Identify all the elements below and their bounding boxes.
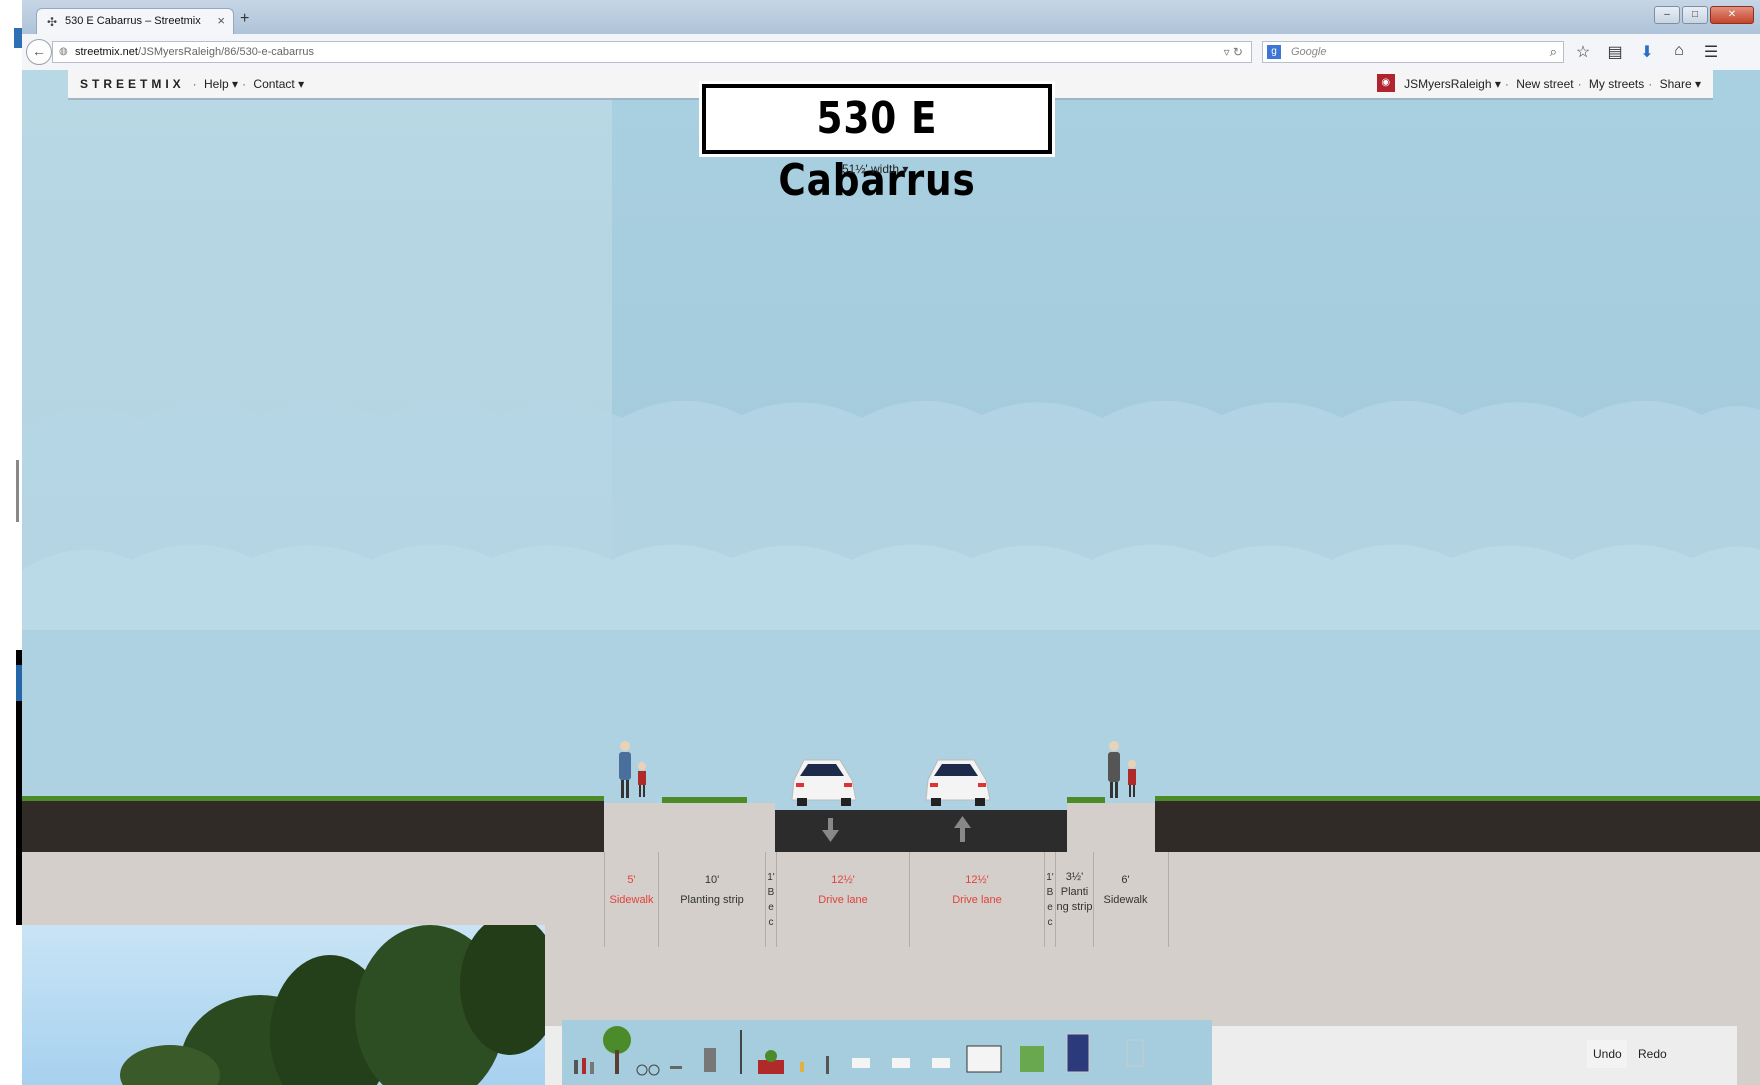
download-icon[interactable]: ⬇: [1636, 42, 1658, 62]
segment-name: Planting strip: [680, 894, 744, 906]
menu-icon[interactable]: ☰: [1700, 42, 1722, 62]
segment-palette: [562, 1020, 1212, 1085]
overlapping-photo-window: [22, 925, 545, 1085]
palette-bus-icon: [966, 1045, 1002, 1073]
palette-items: [574, 1026, 1144, 1076]
title-bar: ✣ 530 E Cabarrus – Streetmix × + – □ ✕: [22, 0, 1760, 34]
undo-button[interactable]: Undo: [1587, 1040, 1627, 1068]
globe-icon: ◍: [59, 46, 68, 57]
bookmark-star-icon[interactable]: ☆: [1572, 42, 1594, 62]
segment-name: B e c: [767, 887, 775, 928]
window-controls: – □ ✕: [1654, 6, 1754, 24]
pedestrian-icon: [1108, 741, 1136, 798]
palette-pedestrians-icon: [574, 1058, 594, 1074]
palette-streetcar-icon: [1066, 1033, 1090, 1073]
taskbar-item[interactable]: [14, 28, 22, 48]
segment-buffer[interactable]: 1' B e c: [765, 852, 776, 947]
palette-kiosk-icon: [704, 1048, 716, 1072]
palette-light-rail-icon: [1020, 1046, 1044, 1072]
palette-transit-shelter-icon: [1126, 1039, 1144, 1067]
segment-width: 3½': [1065, 871, 1084, 883]
url-path: /JSMyersRaleigh/86/530-e-cabarrus: [137, 46, 315, 58]
home-icon[interactable]: ⌂: [1668, 42, 1690, 62]
palette-bike-rack-icon: [636, 1064, 660, 1076]
palette-bench-icon: [670, 1066, 682, 1069]
address-bar[interactable]: ◍ streetmix.net/JSMyersRaleigh/86/530-e-…: [52, 41, 1252, 63]
segment-name: B e c: [1046, 887, 1054, 928]
browser-window: ✣ 530 E Cabarrus – Streetmix × + – □ ✕ ←…: [22, 0, 1760, 1085]
segment-width: 6': [1121, 874, 1130, 886]
streetmix-favicon-icon: ✣: [47, 15, 58, 29]
segment-name: Drive lane: [952, 894, 1002, 906]
segment-drive-lane-outbound[interactable]: 12½' Drive lane: [909, 852, 1044, 947]
segment-name: Drive lane: [818, 894, 868, 906]
segment-sidewalk[interactable]: 6' Sidewalk: [1093, 852, 1157, 947]
taskbar-divider: [16, 460, 19, 522]
url-domain: streetmix.net: [75, 46, 138, 58]
search-input[interactable]: Google: [1291, 46, 1326, 58]
car-icon: [925, 759, 991, 806]
segment-width: 1': [767, 872, 775, 883]
segment-width: 12½': [965, 874, 989, 886]
toolbar-icons: ☆ ▤ ⬇ ⌂ ☰: [1572, 42, 1722, 62]
segment-drive-lane-inbound[interactable]: 12½' Drive lane: [776, 852, 909, 947]
palette-car-icon: [852, 1058, 870, 1068]
segment-boundary: [1168, 852, 1169, 947]
palette-hydrant-icon: [800, 1062, 804, 1072]
pedestrian-icon: [619, 741, 646, 798]
tree-photo: [120, 925, 545, 1085]
car-icon: [791, 759, 857, 806]
bookmarks-list-icon[interactable]: ▤: [1604, 42, 1626, 62]
desktop-strip: [0, 0, 22, 1085]
segment-width: 12½': [831, 874, 855, 886]
browser-tab[interactable]: ✣ 530 E Cabarrus – Streetmix ×: [36, 8, 234, 34]
palette-car-icon: [892, 1058, 910, 1068]
reload-icon[interactable]: ▿ ↻: [1224, 45, 1243, 59]
segment-planting-strip[interactable]: 3½' Planti ng strip: [1055, 852, 1093, 947]
back-button[interactable]: ←: [26, 39, 52, 65]
segment-name: Sidewalk: [609, 894, 654, 906]
search-bar[interactable]: g Google ⌕: [1262, 41, 1564, 63]
segment-planting-strip[interactable]: 10' Planting strip: [658, 852, 765, 947]
palette-parking-meter-icon: [826, 1056, 829, 1074]
maximize-button[interactable]: □: [1682, 6, 1708, 24]
segment-name: Sidewalk: [1103, 894, 1148, 906]
segment-width: 5': [627, 874, 636, 886]
navigation-bar: ← ◍ streetmix.net/JSMyersRaleigh/86/530-…: [22, 34, 1760, 71]
palette-planter-icon: [758, 1050, 784, 1074]
tab-title: 530 E Cabarrus – Streetmix: [65, 15, 201, 27]
close-tab-icon[interactable]: ×: [217, 13, 225, 28]
google-icon: g: [1267, 45, 1281, 59]
redo-button[interactable]: Redo: [1632, 1040, 1672, 1068]
palette-lamp-icon: [740, 1030, 742, 1074]
segment-width: 1': [1046, 872, 1054, 883]
palette-tree-icon: [603, 1026, 631, 1074]
url-text[interactable]: streetmix.net/JSMyersRaleigh/86/530-e-ca…: [75, 46, 314, 58]
street-illustrations: [619, 741, 1136, 842]
segment-width: 10': [704, 874, 720, 886]
close-window-button[interactable]: ✕: [1710, 6, 1754, 24]
new-tab-button[interactable]: +: [240, 10, 249, 28]
search-icon[interactable]: ⌕: [1550, 44, 1557, 60]
street-canvas: STREETMIX · Help ▾ · Contact ▾ ◉ JSMyersRa…: [22, 70, 1760, 1085]
segment-buffer[interactable]: 1' B e c: [1044, 852, 1055, 947]
segment-name: Planti ng strip: [1056, 886, 1093, 913]
arrow-down-icon: [822, 818, 839, 842]
segment-sidewalk[interactable]: 5' Sidewalk: [604, 852, 658, 947]
minimize-button[interactable]: –: [1654, 6, 1680, 24]
palette-car-icon: [932, 1058, 950, 1068]
arrow-up-icon: [954, 816, 971, 842]
